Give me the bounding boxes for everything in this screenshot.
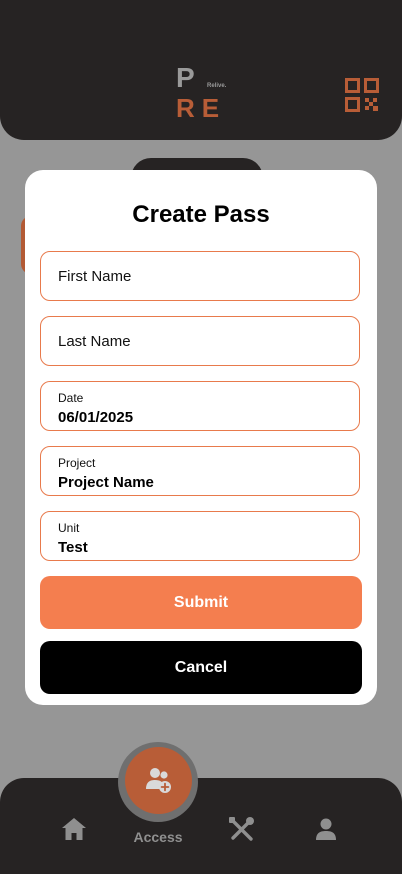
nav-profile[interactable] bbox=[314, 817, 338, 841]
nav-home[interactable] bbox=[61, 817, 87, 841]
logo-letters-re: RE bbox=[176, 93, 227, 123]
app-header: P Relive. RE bbox=[0, 0, 402, 140]
project-value: Project Name bbox=[58, 474, 154, 491]
bottom-navigation bbox=[0, 778, 402, 874]
cancel-button[interactable]: Cancel bbox=[40, 641, 362, 694]
create-pass-dialog: Create Pass Date 06/01/2025 Project Proj… bbox=[25, 170, 377, 705]
date-value: 06/01/2025 bbox=[58, 409, 134, 426]
nav-tools[interactable] bbox=[228, 816, 256, 842]
dialog-title: Create Pass bbox=[132, 201, 270, 228]
first-name-input[interactable] bbox=[41, 252, 359, 300]
project-field[interactable]: Project Project Name bbox=[40, 446, 360, 496]
unit-label: Unit bbox=[58, 521, 80, 535]
submit-button[interactable]: Submit bbox=[40, 576, 362, 629]
logo-tagline: Relive. bbox=[207, 83, 227, 89]
last-name-input[interactable] bbox=[41, 317, 359, 365]
logo-letter-p: P bbox=[176, 62, 195, 93]
unit-value: Test bbox=[58, 539, 88, 556]
unit-field[interactable]: Unit Test bbox=[40, 511, 360, 561]
last-name-field[interactable] bbox=[40, 316, 360, 366]
access-button[interactable] bbox=[125, 747, 192, 814]
user-add-icon bbox=[146, 768, 171, 793]
date-field[interactable]: Date 06/01/2025 bbox=[40, 381, 360, 431]
qr-code-icon[interactable] bbox=[345, 78, 379, 112]
project-label: Project bbox=[58, 456, 96, 470]
app-logo: P Relive. RE bbox=[176, 62, 228, 123]
first-name-field[interactable] bbox=[40, 251, 360, 301]
home-icon bbox=[62, 818, 86, 840]
tools-icon bbox=[229, 817, 254, 841]
qr-code-icon-svg bbox=[345, 78, 379, 112]
date-label: Date bbox=[58, 391, 84, 405]
nav-access-label: Access bbox=[133, 829, 183, 845]
profile-icon bbox=[316, 818, 336, 840]
